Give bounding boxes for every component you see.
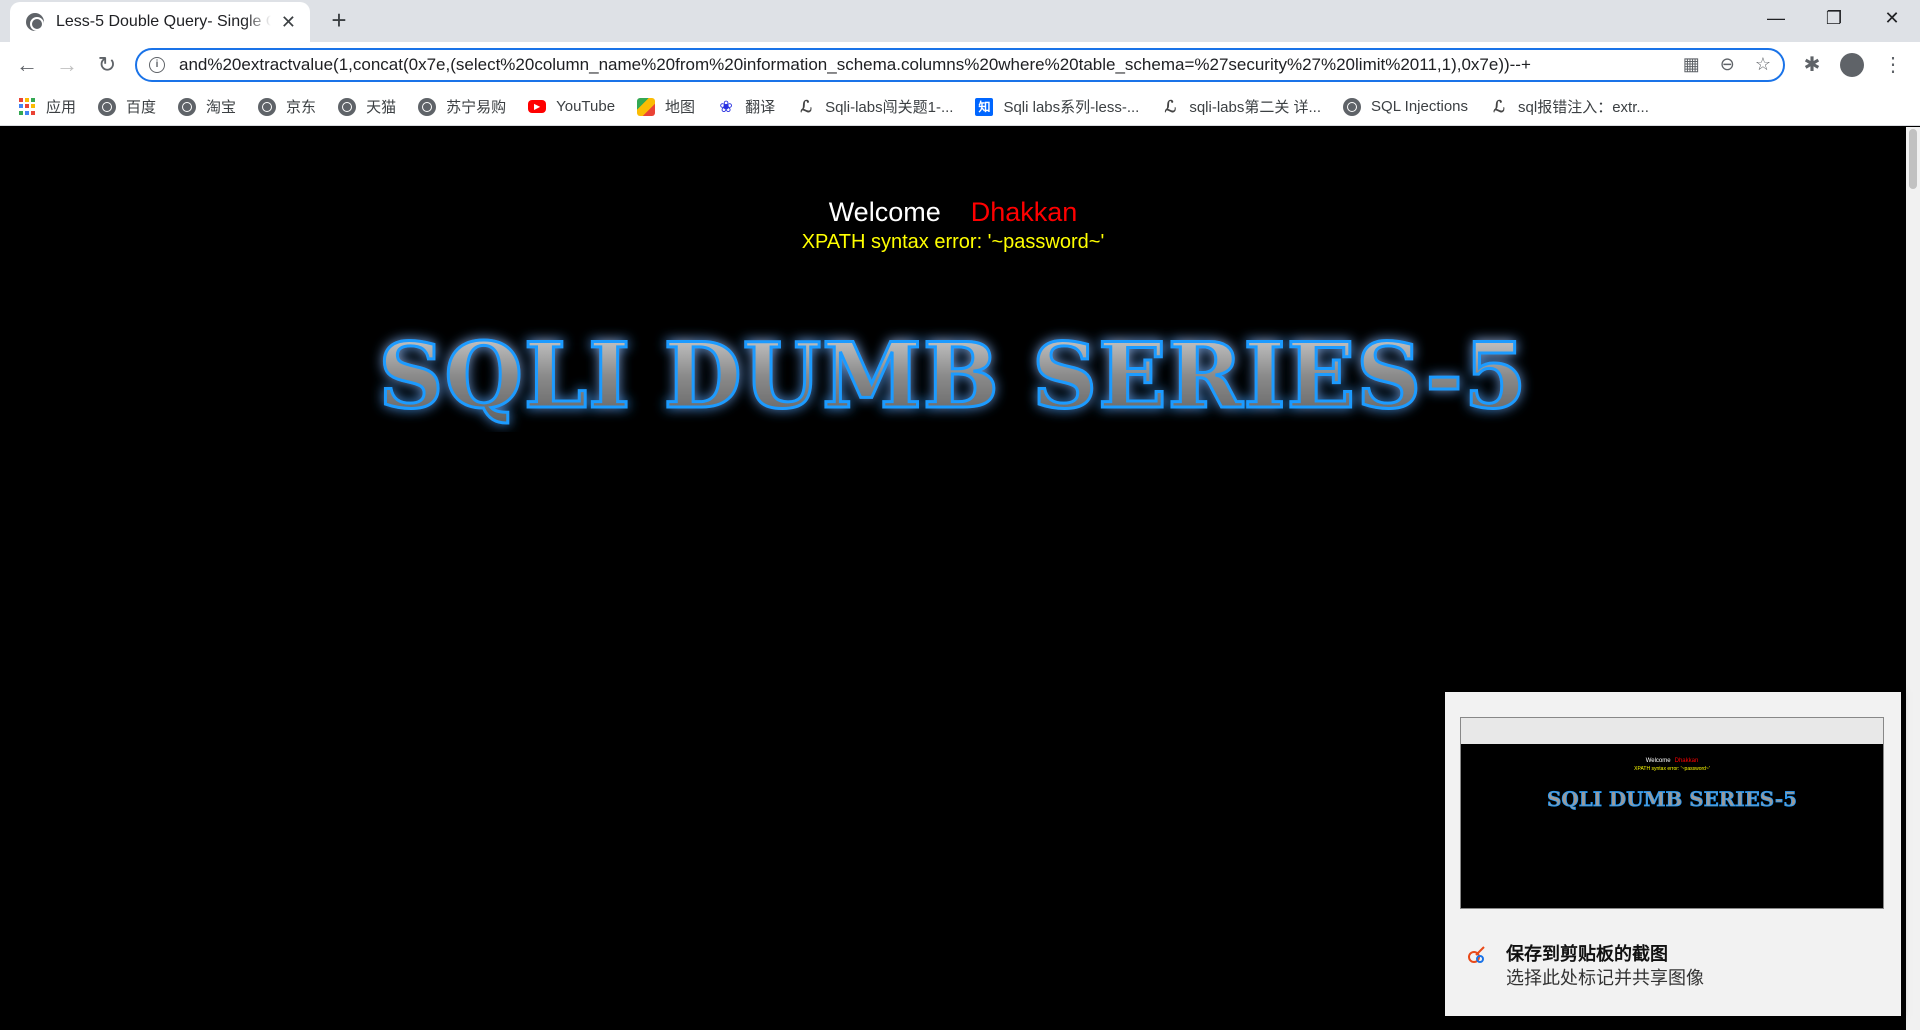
forward-button[interactable]: → <box>52 50 82 80</box>
bookmark-label: 地图 <box>665 99 696 116</box>
thumbnail-welcome: Welcome Dhakkan <box>1645 758 1699 764</box>
bookmark-label: 天猫 <box>366 99 397 116</box>
bookmark-label: SQL Injections <box>1371 98 1469 115</box>
swirl-icon: ℒ <box>1493 98 1505 116</box>
bookmark-item[interactable]: 百度 <box>98 96 156 117</box>
maximize-button[interactable]: ❐ <box>1806 0 1862 38</box>
globe-icon <box>178 97 197 116</box>
window-close-button[interactable]: ✕ <box>1864 0 1920 38</box>
banner-text: SQLI DUMB SERIES-5 <box>378 323 1527 429</box>
svg-text:SQLI DUMB SERIES-5: SQLI DUMB SERIES-5 <box>1547 787 1797 811</box>
extensions-icon[interactable]: ✱ <box>1797 50 1827 80</box>
thumbnail-error: XPATH syntax error: '~password~' <box>1634 766 1710 772</box>
qr-code-icon[interactable]: ▦ <box>1683 54 1700 75</box>
reload-button[interactable]: ↻ <box>92 50 122 80</box>
address-bar[interactable]: i and%20extractvalue(1,concat(0x7e,(sele… <box>135 48 1785 82</box>
bookmark-label: 翻译 <box>745 99 776 116</box>
back-button[interactable]: ← <box>12 50 42 80</box>
bookmark-label: YouTube <box>556 98 616 115</box>
bookmark-item[interactable]: ℒ Sqli-labs闯关题1-... <box>797 96 953 117</box>
bookmark-label: 苏宁易购 <box>446 99 507 116</box>
minimize-button[interactable]: — <box>1748 0 1804 38</box>
bookmark-item[interactable]: 地图 <box>637 96 695 117</box>
url-text[interactable]: and%20extractvalue(1,concat(0x7e,(select… <box>179 55 1659 75</box>
bookmark-label: sqli-labs第二关 详... <box>1189 99 1322 116</box>
bookmark-item[interactable]: SQL Injections <box>1343 97 1469 116</box>
zoom-icon[interactable]: ⊖ <box>1720 54 1735 75</box>
profile-avatar[interactable] <box>1840 53 1864 77</box>
bookmark-label: Sqli labs系列-less-... <box>1003 99 1140 116</box>
zhihu-icon: 知 <box>975 97 994 116</box>
bookmark-item[interactable]: ▶ YouTube <box>528 98 615 115</box>
globe-icon <box>258 97 277 116</box>
screenshot-toast[interactable]: Welcome Dhakkan XPATH syntax error: '~pas… <box>1445 692 1901 1016</box>
swirl-icon: ℒ <box>1164 98 1177 116</box>
maps-icon <box>637 97 656 116</box>
sqli-banner: SQLI DUMB SERIES-5 <box>377 322 1528 431</box>
bookmark-label: 百度 <box>126 99 157 116</box>
baidu-paw-icon: ❀ <box>719 98 733 116</box>
bookmark-label: 京东 <box>286 99 317 116</box>
omnibox-actions: ▦ ⊖ ☆ <box>1683 54 1771 75</box>
toast-title: 保存到剪贴板的截图 <box>1506 944 1668 964</box>
globe-icon <box>26 13 44 31</box>
screenshot-thumbnail[interactable]: Welcome Dhakkan XPATH syntax error: '~pas… <box>1460 717 1884 909</box>
bookmark-item[interactable]: 苏宁易购 <box>418 96 506 117</box>
thumbnail-chrome <box>1461 718 1883 744</box>
site-info-icon[interactable]: i <box>149 57 165 73</box>
bookmark-item[interactable]: 淘宝 <box>178 96 236 117</box>
toast-subtitle: 选择此处标记并共享图像 <box>1506 968 1704 988</box>
globe-icon <box>98 97 117 116</box>
youtube-icon: ▶ <box>528 100 547 113</box>
tab-close-icon[interactable]: ✕ <box>279 12 298 33</box>
bookmark-item[interactable]: 知 Sqli labs系列-less-... <box>975 96 1139 117</box>
new-tab-button[interactable]: + <box>324 6 354 36</box>
bookmark-label: Sqli-labs闯关题1-... <box>825 99 954 116</box>
bookmark-label: 淘宝 <box>206 99 237 116</box>
bookmark-item[interactable]: 京东 <box>258 96 316 117</box>
tab-title: Less-5 Double Query- Single Quotes- Stri… <box>56 13 271 30</box>
bookmark-item[interactable]: ℒsqli-labs第二关 详... <box>1161 96 1321 117</box>
tab-strip: Less-5 Double Query- Single Quotes- Stri… <box>0 0 1920 42</box>
bookmark-item[interactable]: ℒsql报错注入：extr... <box>1490 96 1649 117</box>
swirl-icon: ℒ <box>800 98 812 116</box>
thumbnail-banner: SQLI DUMB SERIES-5 <box>1547 787 1798 812</box>
globe-icon <box>418 97 437 116</box>
menu-icon[interactable]: ⋮ <box>1878 50 1908 80</box>
bookmark-star-icon[interactable]: ☆ <box>1755 54 1771 75</box>
welcome-text: Welcome <box>828 197 941 227</box>
bookmarks-bar: 应用 百度 淘宝 京东 天猫 苏宁易购 ▶ YouTube 地图 ❀ 翻译 ℒ Sqli-labs闯关题… <box>0 88 1920 126</box>
welcome-line: Welcome Dhakkan <box>0 197 1906 228</box>
page-scrollbar[interactable] <box>1906 127 1920 1030</box>
bookmark-item[interactable]: 天猫 <box>338 96 396 117</box>
browser-toolbar: ← → ↻ i and%20extractvalue(1,concat(0x7e… <box>0 42 1920 88</box>
username-text: Dhakkan <box>970 197 1078 227</box>
bookmark-item[interactable]: ❀ 翻译 <box>717 96 775 117</box>
globe-icon <box>338 97 357 116</box>
scroll-thumb[interactable] <box>1909 129 1917 189</box>
snip-sketch-icon <box>1468 946 1485 963</box>
apps-grid-icon <box>18 97 36 116</box>
xpath-error-text: XPATH syntax error: '~password~' <box>801 231 1105 253</box>
tab-active[interactable]: Less-5 Double Query- Single Quotes- Stri… <box>10 2 310 42</box>
bookmark-label: sql报错注入：extr... <box>1518 99 1649 116</box>
globe-icon <box>1343 97 1362 116</box>
bookmark-item[interactable]: 应用 <box>18 96 76 117</box>
bookmark-label: 应用 <box>46 99 77 116</box>
